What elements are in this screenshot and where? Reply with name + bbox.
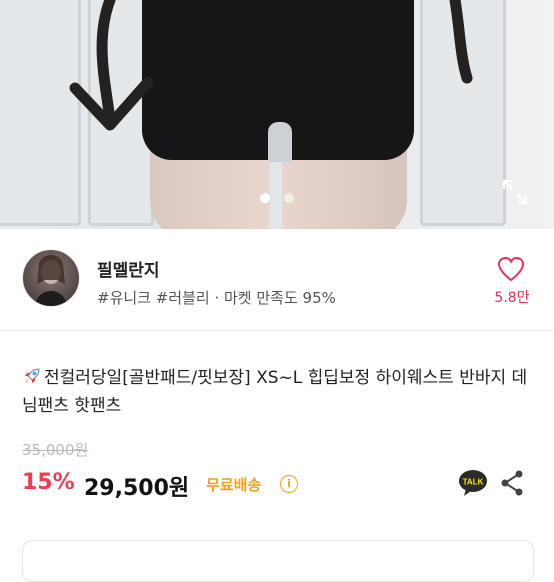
rocket-icon xyxy=(25,368,40,384)
product-title-text: 전컬러당일[골반패드/핏보장] XS~L 힙딥보정 하이웨스트 반바지 데님팬츠… xyxy=(22,368,528,416)
info-icon[interactable]: i xyxy=(280,475,298,493)
original-price: 35,000원 xyxy=(22,441,89,459)
product-title: 전컬러당일[골반패드/핏보장] XS~L 힙딥보정 하이웨스트 반바지 데님팬츠… xyxy=(22,364,537,420)
pagination-dot[interactable] xyxy=(284,193,294,203)
bottom-card[interactable] xyxy=(22,540,534,582)
sale-price: 29,500원 xyxy=(84,476,190,501)
seller-info[interactable]: 필멜란지 #유니크 #러블리 · 마켓 만족도 95% 5.8만 xyxy=(0,229,554,329)
svg-text:TALK: TALK xyxy=(463,478,484,487)
expand-icon[interactable] xyxy=(500,177,530,207)
kakaotalk-icon[interactable]: TALK xyxy=(458,468,488,498)
pagination-dot-active[interactable] xyxy=(260,193,270,203)
product-image[interactable] xyxy=(0,0,554,229)
like-count: 5.8만 xyxy=(494,290,530,306)
divider xyxy=(0,330,554,331)
shipping-label: 무료배송 xyxy=(206,476,262,494)
seller-avatar[interactable] xyxy=(22,249,80,307)
seller-name[interactable]: 필멜란지 xyxy=(97,256,160,281)
seller-tags: #유니크 #러블리 · 마켓 만족도 95% xyxy=(97,289,336,307)
heart-icon[interactable] xyxy=(497,256,525,282)
discount-rate: 15% xyxy=(22,470,75,495)
arrow-annotation-left xyxy=(69,0,154,131)
image-pagination xyxy=(0,193,554,203)
share-icon[interactable] xyxy=(500,470,524,496)
arrow-annotation-right xyxy=(449,0,473,84)
shorts-gap xyxy=(268,122,292,162)
